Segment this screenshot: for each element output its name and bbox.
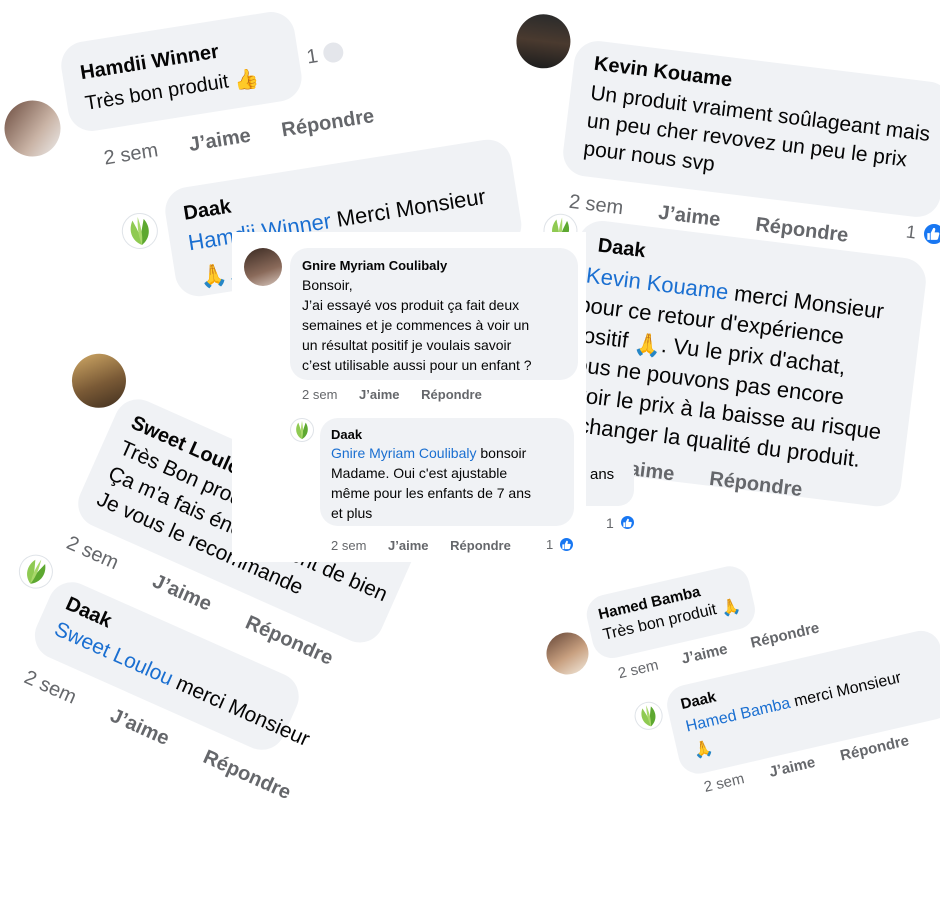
leaf-logo-icon	[296, 420, 308, 440]
reply-fragment-text: ans	[590, 466, 615, 483]
reply-actions: 2 sem J’aime Répondre	[331, 538, 511, 553]
reply-link[interactable]: Répondre	[749, 619, 821, 651]
reply-link[interactable]: Répondre	[200, 746, 294, 804]
like-badge-icon	[619, 514, 636, 531]
reply-line-2: Madame. Oui c'est ajustable	[331, 465, 508, 481]
comment-author[interactable]: Gnire Myriam Coulibaly	[302, 258, 447, 273]
reaction-count[interactable]: 1	[305, 41, 345, 69]
reply-line-1: Gnire Myriam Coulibaly bonsoir	[331, 445, 526, 463]
reply-time[interactable]: 2 sem	[702, 770, 746, 796]
comment-time[interactable]: 2 sem	[63, 532, 122, 574]
reply-line-1-body: bonsoir	[476, 445, 527, 461]
avatar[interactable]	[0, 96, 65, 161]
reaction-count[interactable]: 1	[606, 515, 614, 531]
leaf-logo-icon	[128, 215, 151, 247]
comment-line-1: Bonsoir,	[302, 277, 353, 293]
comment-line-4: un résultat positif je voulais savoir	[302, 337, 512, 353]
daak-logo-icon[interactable]	[13, 549, 59, 595]
like-link[interactable]: J’aime	[768, 754, 817, 781]
avatar[interactable]	[244, 248, 282, 286]
like-link[interactable]: J’aime	[657, 202, 721, 231]
like-link[interactable]: J’aime	[359, 387, 399, 402]
pray-icon: 🙏	[197, 261, 229, 290]
comment-time[interactable]: 2 sem	[102, 139, 159, 169]
reply-author[interactable]: Daak	[331, 427, 362, 442]
pray-icon: 🙏	[632, 330, 663, 359]
like-badge-icon	[558, 536, 575, 553]
comment-line-2: J’ai essayé vos produit ça fait deux	[302, 297, 520, 313]
comment-time[interactable]: 2 sem	[302, 387, 337, 402]
thumbs-up-icon: 👍	[232, 67, 261, 94]
comment-card-hamed: Hamed Bamba Très bon produit 🙏 2 sem J’a…	[528, 483, 940, 821]
reply-time[interactable]: 2 sem	[21, 666, 80, 708]
reply-link[interactable]: Répondre	[421, 387, 482, 402]
like-badge-icon	[922, 222, 940, 246]
leaf-logo-icon	[22, 556, 50, 588]
like-link[interactable]: J’aime	[187, 125, 252, 156]
comment-actions: 2 sem J’aime Répondre	[302, 387, 482, 402]
like-link[interactable]: J’aime	[149, 570, 215, 615]
reaction-count[interactable]: 1	[546, 537, 553, 552]
like-link[interactable]: J’aime	[388, 538, 428, 553]
reply-mention[interactable]: Gnire Myriam Coulibaly	[331, 445, 476, 461]
like-link[interactable]: J’aime	[680, 641, 729, 668]
comment-time[interactable]: 2 sem	[568, 191, 625, 219]
reply-time[interactable]: 2 sem	[331, 538, 366, 553]
reply-link[interactable]: Répondre	[450, 538, 511, 553]
reaction-count-value: 1	[606, 515, 614, 531]
daak-logo-icon[interactable]	[631, 699, 666, 733]
like-link[interactable]: J’aime	[107, 705, 173, 750]
reaction-count-value: 1	[305, 45, 320, 69]
daak-logo-icon[interactable]	[119, 210, 161, 252]
reaction-placeholder-icon	[321, 41, 345, 64]
reaction-count-value: 1	[546, 537, 554, 552]
reply-line-3: même pour les enfants de 7 ans	[331, 485, 532, 501]
comment-line-3: semaines et je commences à voir un	[302, 317, 530, 333]
comment-line-5: c’est utilisable aussi pour un enfant ?	[302, 357, 532, 373]
leaf-logo-icon	[639, 703, 658, 728]
daak-logo-icon[interactable]	[290, 418, 314, 442]
avatar[interactable]	[513, 11, 574, 72]
reply-link[interactable]: Répondre	[280, 105, 376, 141]
reply-line-4: et plus	[331, 505, 373, 521]
comment-card-gnire: Gnire Myriam Coulibaly Bonsoir, J’ai ess…	[232, 232, 586, 562]
avatar[interactable]	[542, 628, 593, 679]
comment-time[interactable]: 2 sem	[617, 657, 661, 683]
